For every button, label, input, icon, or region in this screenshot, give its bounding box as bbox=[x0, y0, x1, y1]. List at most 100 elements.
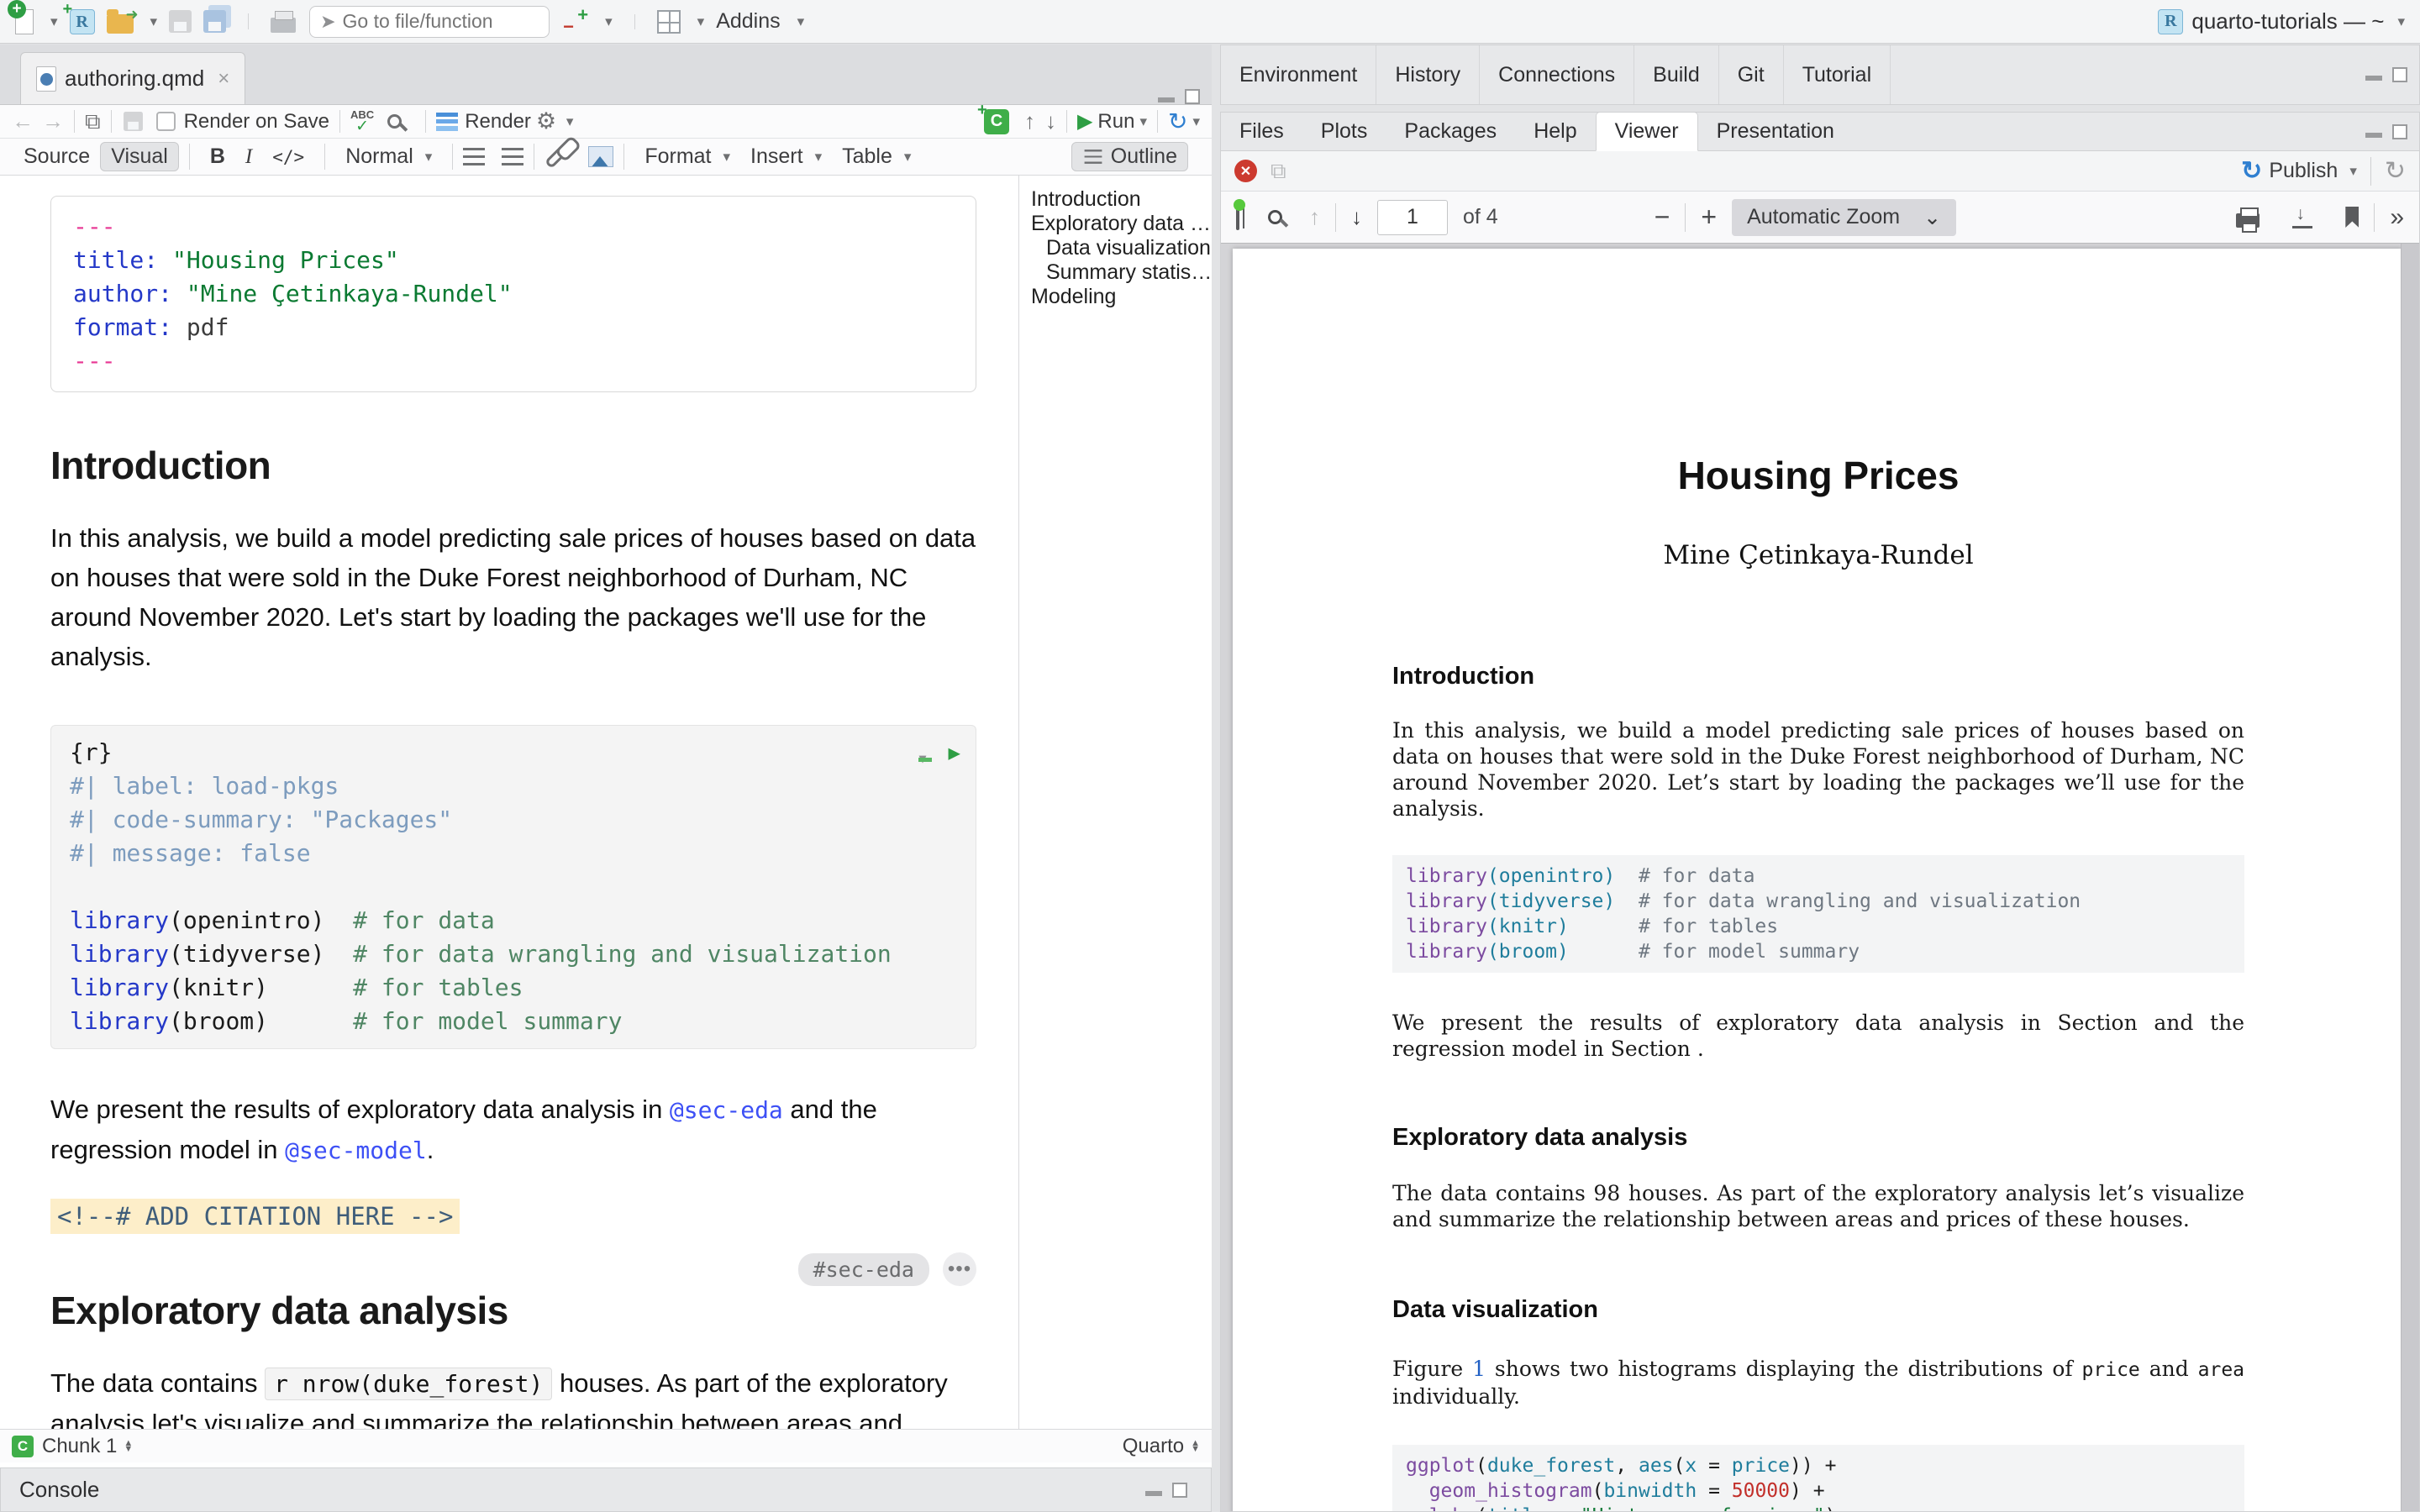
bullet-list-icon[interactable] bbox=[463, 148, 485, 165]
tab-environment[interactable]: Environment bbox=[1221, 45, 1376, 104]
run-button[interactable]: Run bbox=[1097, 110, 1134, 134]
addins-caret[interactable]: ▾ bbox=[797, 13, 805, 30]
minimize-pane-icon[interactable] bbox=[2364, 124, 2384, 139]
project-menu[interactable]: R quarto-tutorials — ~ ▾ bbox=[2158, 8, 2405, 34]
source-mode-button[interactable]: Source bbox=[13, 143, 100, 171]
code-button[interactable]: </> bbox=[262, 145, 314, 169]
close-tab-icon[interactable]: × bbox=[218, 67, 229, 91]
tab-git[interactable]: Git bbox=[1719, 45, 1784, 104]
tab-tutorial[interactable]: Tutorial bbox=[1784, 45, 1891, 104]
outline-item-summary-statistics[interactable]: Summary statis… bbox=[1028, 260, 1212, 285]
pdf-next-page-icon[interactable]: ↓ bbox=[1351, 204, 1362, 230]
filetype-selector-arrows-icon[interactable]: ▲▼ bbox=[1191, 1441, 1200, 1452]
tab-connections[interactable]: Connections bbox=[1480, 45, 1634, 104]
outline-item-introduction[interactable]: Introduction bbox=[1028, 187, 1212, 212]
back-icon[interactable]: ← bbox=[12, 108, 34, 134]
maximize-pane-icon[interactable] bbox=[2392, 124, 2407, 139]
save-all-icon[interactable] bbox=[203, 10, 226, 33]
prev-chunk-icon[interactable]: ↑ bbox=[1024, 108, 1035, 134]
r-code-chunk[interactable]: ▶ {r} #| label: load-pkgs #| code-summar… bbox=[50, 725, 976, 1049]
save-icon[interactable] bbox=[124, 112, 143, 131]
outline-toggle-button[interactable]: Outline bbox=[1071, 142, 1188, 171]
minimize-pane-icon[interactable] bbox=[2364, 67, 2384, 82]
sec-eda-ref[interactable]: @sec-eda bbox=[670, 1096, 783, 1124]
minimize-pane-icon[interactable] bbox=[1156, 89, 1176, 104]
tab-presentation[interactable]: Presentation bbox=[1698, 113, 1853, 150]
new-file-icon[interactable] bbox=[15, 9, 34, 34]
render-button[interactable]: Render bbox=[465, 110, 531, 134]
insert-chunk-icon[interactable]: C bbox=[984, 109, 1009, 134]
pdf-print-icon[interactable] bbox=[2236, 213, 2260, 228]
render-options-caret[interactable]: ▾ bbox=[566, 113, 574, 130]
gear-icon[interactable]: ⚙ bbox=[531, 107, 561, 137]
maximize-pane-icon[interactable] bbox=[2392, 67, 2407, 82]
pdf-zoom-in-icon[interactable]: + bbox=[1701, 202, 1717, 233]
chunk-options-icon[interactable] bbox=[917, 743, 935, 762]
tab-help[interactable]: Help bbox=[1515, 113, 1595, 150]
rerun-caret[interactable]: ▾ bbox=[1192, 113, 1200, 130]
pdf-more-tools-icon[interactable]: » bbox=[2390, 203, 2404, 232]
addins-button[interactable]: Addins bbox=[716, 9, 780, 34]
tab-packages[interactable]: Packages bbox=[1386, 113, 1515, 150]
next-chunk-icon[interactable]: ↓ bbox=[1045, 108, 1056, 134]
visual-editor-body[interactable]: --- title: "Housing Prices" author: "Min… bbox=[0, 176, 1212, 1429]
outline-item-modeling[interactable]: Modeling bbox=[1028, 285, 1212, 309]
pdf-zoom-out-icon[interactable]: − bbox=[1655, 202, 1670, 233]
tab-build[interactable]: Build bbox=[1634, 45, 1719, 104]
bold-button[interactable]: B bbox=[200, 143, 235, 171]
panes-layout-icon[interactable] bbox=[657, 10, 681, 34]
run-chunk-icon[interactable]: ▶ bbox=[949, 736, 960, 769]
pdf-download-icon[interactable] bbox=[2291, 206, 2313, 229]
minimize-console-icon[interactable] bbox=[1144, 1483, 1164, 1498]
search-icon[interactable] bbox=[387, 114, 402, 129]
popout-viewer-icon[interactable]: ⧉ bbox=[1270, 158, 1286, 185]
tab-files[interactable]: Files bbox=[1221, 113, 1302, 150]
pdf-search-icon[interactable] bbox=[1268, 210, 1282, 224]
inline-r-code[interactable]: r nrow(duke_forest) bbox=[265, 1368, 552, 1400]
tab-history[interactable]: History bbox=[1376, 45, 1480, 104]
version-control-caret[interactable]: ▾ bbox=[605, 13, 613, 30]
tab-plots[interactable]: Plots bbox=[1302, 113, 1386, 150]
tab-authoring-qmd[interactable]: authoring.qmd × bbox=[20, 52, 245, 104]
clear-viewer-icon[interactable]: ✕ bbox=[1234, 160, 1257, 182]
link-icon[interactable] bbox=[544, 144, 568, 168]
pdf-bookmark-icon[interactable] bbox=[2345, 207, 2359, 228]
version-control-icon[interactable] bbox=[563, 9, 588, 34]
forward-icon[interactable]: → bbox=[42, 108, 64, 134]
maximize-pane-icon[interactable] bbox=[1185, 89, 1200, 104]
pdf-zoom-select[interactable]: Automatic Zoom⌄ bbox=[1732, 199, 1956, 236]
pdf-scrollbar[interactable] bbox=[2401, 244, 2419, 1511]
chunk-selector[interactable]: Chunk 1 bbox=[42, 1435, 117, 1458]
tab-viewer[interactable]: Viewer bbox=[1596, 112, 1698, 151]
outline-item-eda[interactable]: Exploratory data … bbox=[1028, 212, 1212, 236]
rerun-icon[interactable]: ↻ bbox=[1168, 108, 1187, 135]
italic-button[interactable]: I bbox=[235, 144, 262, 171]
new-project-icon[interactable]: R+ bbox=[70, 8, 95, 35]
visual-mode-button[interactable]: Visual bbox=[100, 142, 179, 171]
open-file-icon[interactable] bbox=[107, 14, 134, 34]
paragraph-style-select[interactable]: Normal▾ bbox=[335, 143, 442, 171]
pdf-prev-page-icon[interactable]: ↑ bbox=[1309, 204, 1320, 230]
new-file-caret[interactable]: ▾ bbox=[50, 13, 58, 30]
save-icon[interactable] bbox=[169, 10, 192, 33]
run-icon[interactable]: ▶ bbox=[1077, 109, 1092, 134]
figure-1-link[interactable]: 1 bbox=[1472, 1357, 1486, 1381]
render-on-save-checkbox[interactable] bbox=[156, 112, 176, 131]
image-icon[interactable] bbox=[588, 146, 613, 167]
pdf-sidebar-toggle[interactable] bbox=[1236, 205, 1239, 229]
goto-file-input[interactable] bbox=[343, 10, 539, 33]
spellcheck-icon[interactable]: ABC✓ bbox=[350, 109, 374, 134]
section-options-button[interactable]: ••• bbox=[943, 1252, 976, 1286]
goto-file-box[interactable]: ➤ bbox=[309, 6, 550, 38]
filetype-selector[interactable]: Quarto bbox=[1123, 1435, 1184, 1458]
outline-item-data-visualization[interactable]: Data visualization bbox=[1028, 236, 1212, 260]
insert-menu[interactable]: Insert▾ bbox=[740, 143, 832, 171]
panes-layout-caret[interactable]: ▾ bbox=[697, 13, 705, 30]
chunk-selector-arrows-icon[interactable]: ▲▼ bbox=[124, 1441, 133, 1452]
render-icon[interactable] bbox=[436, 113, 458, 131]
maximize-console-icon[interactable] bbox=[1172, 1483, 1187, 1498]
popout-icon[interactable]: ⧉ bbox=[85, 108, 101, 135]
publish-button[interactable]: ↻ Publish ▾ bbox=[2241, 156, 2357, 186]
print-icon[interactable] bbox=[271, 18, 296, 33]
format-menu[interactable]: Format▾ bbox=[634, 143, 740, 171]
